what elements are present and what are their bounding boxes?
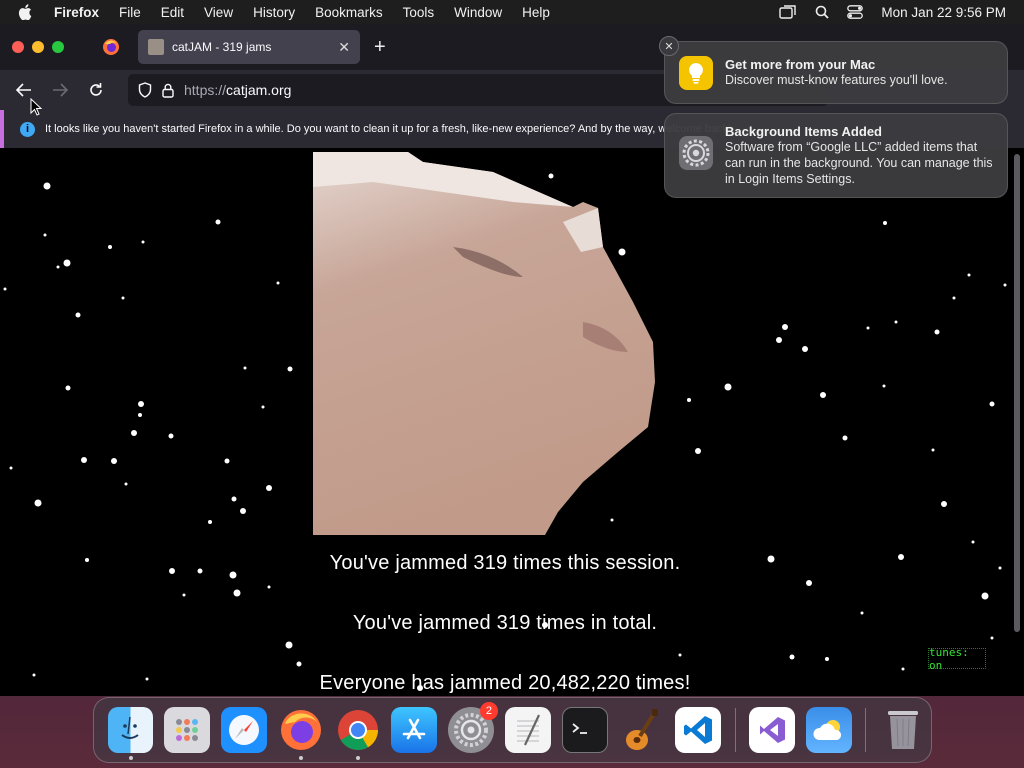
trash-icon[interactable]: [880, 707, 926, 753]
dock-separator: [865, 708, 867, 752]
window-controls: [12, 41, 64, 53]
dock-separator: [734, 708, 736, 752]
running-indicator: [128, 756, 133, 760]
close-tab-icon[interactable]: ✕: [338, 39, 350, 56]
padlock-icon[interactable]: [162, 83, 174, 98]
macos-menu-bar: Firefox File Edit View History Bookmarks…: [0, 0, 1024, 24]
garageband-icon[interactable]: [619, 707, 665, 753]
notification-get-more-from-mac[interactable]: Get more from your Mac Discover must-kno…: [664, 41, 1008, 104]
menu-edit[interactable]: Edit: [161, 5, 184, 20]
app-store-icon[interactable]: [391, 707, 438, 753]
tab-title: catJAM - 319 jams: [172, 40, 272, 54]
global-jam-count: Everyone has jammed 20,482,220 times!: [319, 672, 691, 694]
finder-icon[interactable]: [107, 707, 154, 760]
running-indicator: [298, 756, 303, 760]
info-icon: i: [20, 121, 35, 137]
lightbulb-icon: [679, 55, 713, 90]
minimize-window-button[interactable]: [32, 41, 44, 53]
forward-button[interactable]: [42, 83, 78, 97]
terminal-icon[interactable]: [561, 707, 608, 753]
tunes-toggle-button[interactable]: tunes: on: [928, 646, 986, 672]
menu-help[interactable]: Help: [522, 5, 550, 20]
close-window-button[interactable]: [12, 41, 24, 53]
total-jam-count: You've jammed 319 times in total.: [352, 612, 658, 634]
macos-dock: 2: [93, 697, 932, 763]
reload-button[interactable]: [78, 82, 114, 98]
menu-file[interactable]: File: [119, 5, 141, 20]
fullscreen-window-button[interactable]: [52, 41, 64, 53]
session-jam-count: You've jammed 319 times this session.: [329, 552, 681, 574]
textedit-icon[interactable]: [504, 707, 551, 753]
page-scrollbar[interactable]: [1012, 148, 1022, 696]
launchpad-icon[interactable]: [164, 707, 211, 753]
system-settings-icon[interactable]: 2: [448, 702, 498, 753]
url-host: catjam.org: [226, 82, 292, 98]
notification-title: Background Items Added: [725, 124, 882, 139]
notification-background-items[interactable]: Background Items Added Software from “Go…: [664, 113, 1008, 198]
running-indicator: [355, 756, 360, 760]
menu-app-name[interactable]: Firefox: [54, 5, 99, 20]
catjam-cat-image: [313, 152, 655, 535]
notification-close-button[interactable]: ✕: [659, 36, 679, 56]
menu-window[interactable]: Window: [454, 5, 502, 20]
new-tab-button[interactable]: +: [374, 36, 386, 59]
menu-history[interactable]: History: [253, 5, 295, 20]
back-button[interactable]: [6, 83, 42, 97]
notification-title: Get more from your Mac: [725, 57, 876, 72]
mouse-cursor-icon: [30, 98, 42, 116]
page-content: You've jammed 319 times this session. Yo…: [0, 148, 1024, 696]
firefox-dock-icon[interactable]: [278, 707, 324, 760]
weather-icon[interactable]: [805, 707, 852, 753]
menu-clock[interactable]: Mon Jan 22 9:56 PM: [881, 5, 1006, 20]
safari-icon[interactable]: [221, 707, 267, 753]
tab-catjam[interactable]: catJAM - 319 jams ✕: [138, 30, 360, 64]
firefox-view-icon[interactable]: [102, 38, 120, 56]
menu-bookmarks[interactable]: Bookmarks: [315, 5, 383, 20]
scrollbar-thumb[interactable]: [1014, 154, 1020, 632]
screen-mirroring-icon[interactable]: [779, 5, 797, 19]
notification-badge: 2: [479, 702, 498, 720]
menu-view[interactable]: View: [204, 5, 233, 20]
vscode-icon[interactable]: [675, 707, 722, 753]
notification-body: Software from “Google LLC” added items t…: [725, 140, 993, 186]
apple-menu-icon[interactable]: [18, 4, 36, 20]
control-center-icon[interactable]: [847, 5, 864, 19]
notification-body: Discover must-know features you'll love.: [725, 73, 948, 87]
spotlight-search-icon[interactable]: [815, 5, 830, 19]
menu-tools[interactable]: Tools: [403, 5, 435, 20]
visual-studio-icon[interactable]: [749, 707, 795, 753]
gear-icon: [679, 136, 713, 170]
infobar-message: It looks like you haven't started Firefo…: [45, 123, 732, 135]
tab-favicon-icon: [148, 39, 164, 55]
tracking-protection-shield-icon[interactable]: [138, 82, 152, 98]
url-protocol: https://: [184, 82, 227, 98]
chrome-icon[interactable]: [335, 707, 381, 760]
